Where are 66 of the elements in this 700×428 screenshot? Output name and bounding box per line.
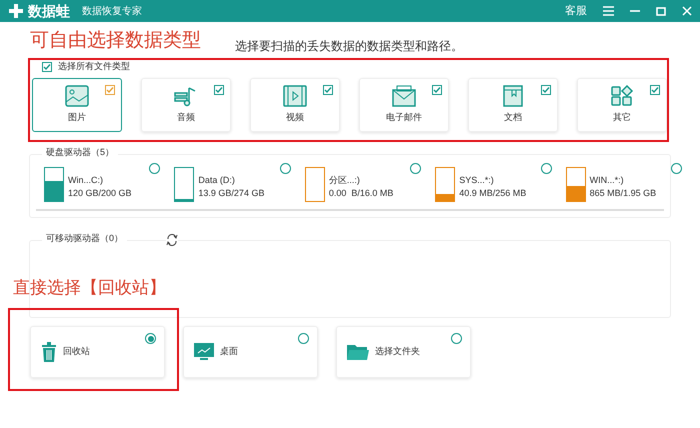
panel-title: 硬盘驱动器（5） [42, 148, 118, 157]
radio-button[interactable] [149, 163, 160, 174]
document-icon [501, 84, 525, 107]
file-type-label: 其它 [613, 110, 631, 124]
radio-button[interactable] [671, 163, 682, 174]
app-name: 数据蛙 [28, 2, 70, 20]
file-type-label: 电子邮件 [386, 110, 422, 124]
drive-usage: 40.9 MB/256 MB [459, 186, 526, 200]
location-label: 选择文件夹 [375, 345, 420, 358]
file-type-card[interactable]: 音频 [141, 78, 231, 132]
plus-logo-icon [8, 3, 24, 19]
file-type-card[interactable]: 其它 [577, 78, 667, 132]
close-icon[interactable] [682, 6, 692, 16]
image-icon [65, 84, 89, 107]
checkbox[interactable] [432, 84, 442, 94]
menu-icon[interactable] [603, 6, 614, 16]
location-card[interactable]: 选择文件夹 [336, 326, 471, 378]
drive-usage: 120 GB/200 GB [68, 186, 132, 200]
music-icon [174, 84, 198, 107]
radio-button[interactable] [540, 163, 552, 174]
monitor-icon [194, 343, 214, 361]
drive-usage: 0.00 B/16.0 MB [328, 186, 394, 200]
drive-usage: 13.9 GB/274 GB [198, 186, 264, 200]
folder-icon [347, 343, 369, 361]
envelope-icon [392, 84, 416, 107]
radio-button[interactable] [298, 333, 309, 344]
maximize-icon[interactable] [656, 6, 666, 16]
file-type-card[interactable]: 文档 [468, 78, 558, 132]
checkbox[interactable] [541, 84, 551, 94]
panel-title: 可移动驱动器（0） [42, 234, 128, 243]
checkbox[interactable] [650, 84, 660, 94]
drive-name: WIN...*:) [590, 174, 625, 186]
grid-icon [610, 84, 634, 107]
radio-button[interactable] [145, 333, 156, 344]
select-all-label: 选择所有文件类型 [58, 60, 130, 73]
instruction-text: 选择要扫描的丢失数据的数据类型和路径。 [235, 38, 463, 55]
location-label: 桌面 [220, 345, 238, 358]
checkbox[interactable] [323, 84, 333, 94]
location-card[interactable]: 回收站 [30, 326, 165, 378]
location-card[interactable]: 桌面 [183, 326, 318, 378]
refresh-icon[interactable] [166, 234, 178, 246]
file-type-card[interactable]: 电子邮件 [359, 78, 449, 132]
file-type-label: 视频 [286, 110, 304, 124]
location-label: 回收站 [63, 345, 90, 358]
drive-usage: 865 MB/1.95 GB [590, 186, 656, 200]
drive-name: SYS...*:) [459, 174, 495, 186]
drive-name: Data (D:) [198, 174, 236, 186]
radio-button[interactable] [280, 163, 291, 174]
trash-icon [41, 342, 57, 362]
service-link[interactable]: 客服 [565, 2, 587, 20]
radio-button[interactable] [451, 333, 462, 344]
annotation-text: 直接选择【回收站】 [13, 279, 166, 296]
checkbox[interactable] [214, 84, 224, 94]
drive-name: 分区...:) [328, 174, 361, 186]
radio-button[interactable] [410, 163, 422, 174]
drive-name: Win...C:) [68, 174, 104, 186]
file-type-card[interactable]: 图片 [32, 78, 122, 132]
checkbox[interactable] [42, 62, 52, 72]
file-type-label: 文档 [504, 110, 522, 124]
app-subtitle: 数据恢复专家 [82, 4, 142, 18]
video-icon [283, 84, 307, 107]
checkbox[interactable] [105, 84, 115, 94]
file-type-label: 图片 [68, 110, 86, 124]
file-type-label: 音频 [177, 110, 195, 124]
annotation-text: 可自由选择数据类型 [30, 31, 201, 53]
file-type-card[interactable]: 视频 [250, 78, 340, 132]
